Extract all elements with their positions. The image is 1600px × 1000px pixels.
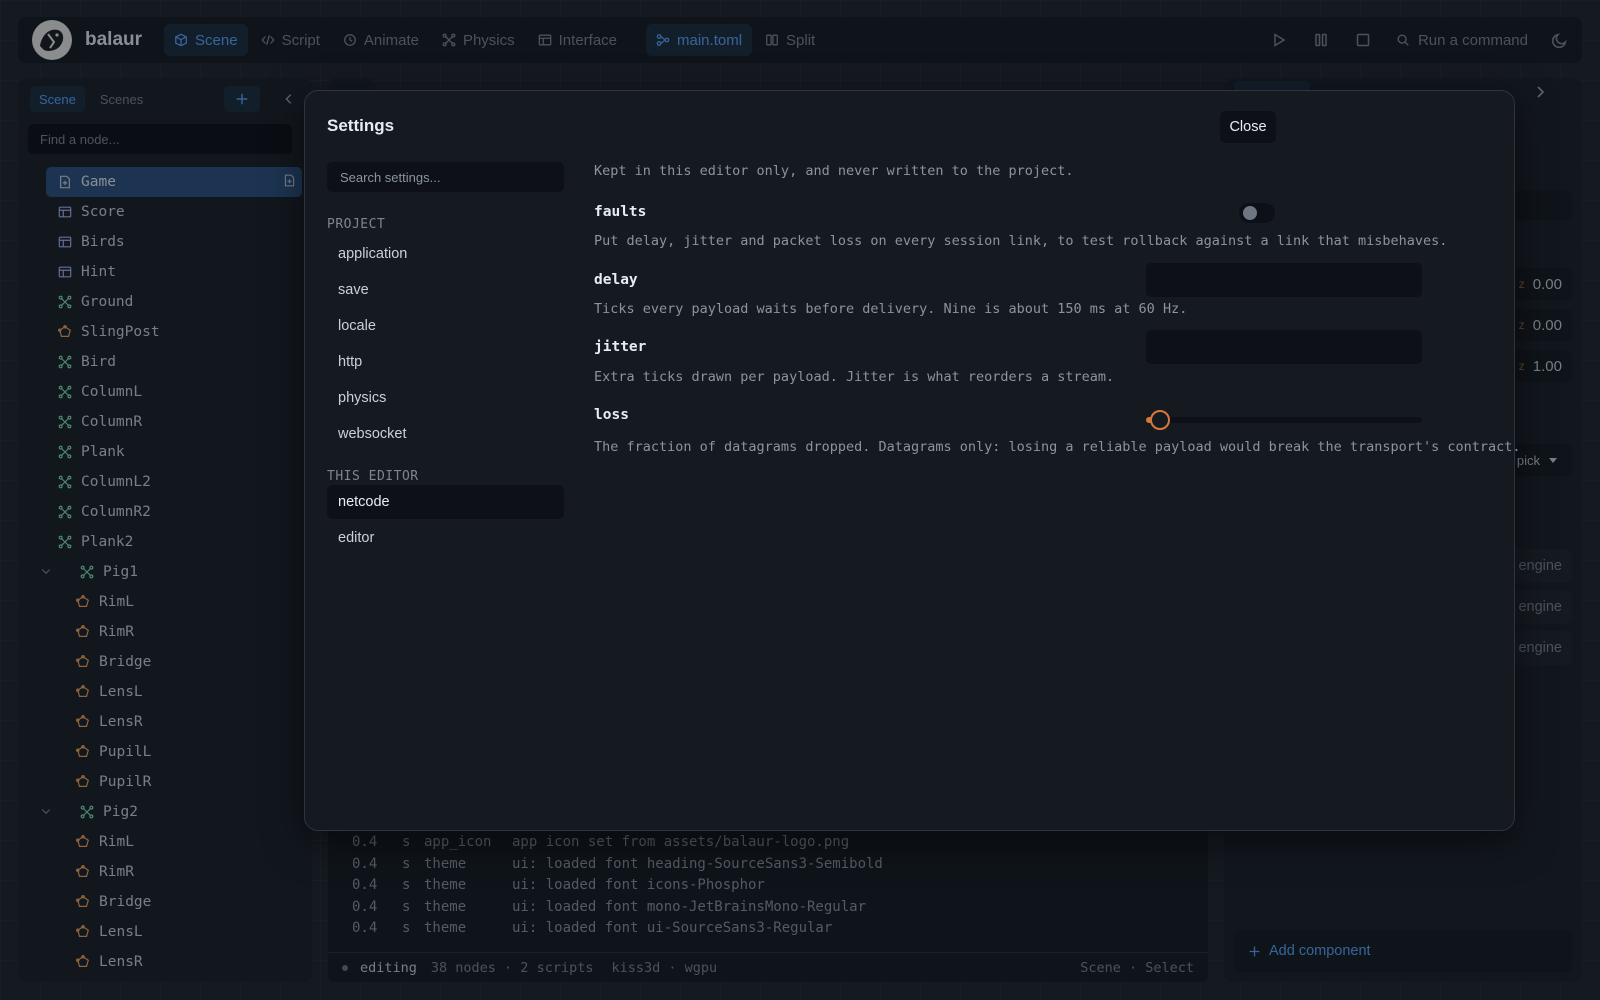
delay-label: delay <box>594 272 638 288</box>
jitter-label: jitter <box>594 339 647 355</box>
jitter-description: Extra ticks drawn per payload. Jitter is… <box>594 369 1115 385</box>
settings-category-application[interactable]: application <box>327 237 564 271</box>
settings-dialog: Settings Close Search settings... PROJEC… <box>304 90 1521 831</box>
editor-section-header: THIS EDITOR <box>327 469 419 484</box>
slider-thumb[interactable] <box>1149 410 1170 430</box>
faults-description: Put delay, jitter and packet loss on eve… <box>594 233 1448 249</box>
loss-label: loss <box>594 407 629 423</box>
settings-category-save[interactable]: save <box>327 273 564 307</box>
slider-track <box>1146 417 1422 423</box>
faults-label: faults <box>594 204 647 220</box>
settings-category-netcode[interactable]: netcode <box>327 485 564 519</box>
faults-toggle[interactable] <box>1239 203 1275 223</box>
settings-category-physics[interactable]: physics <box>327 381 564 415</box>
settings-category-editor[interactable]: editor <box>327 521 564 555</box>
settings-title: Settings <box>327 116 395 135</box>
settings-intro: Kept in this editor only, and never writ… <box>594 163 1074 179</box>
search-settings-input[interactable]: Search settings... <box>327 162 564 192</box>
settings-category-websocket[interactable]: websocket <box>327 417 564 451</box>
close-button[interactable]: Close <box>1220 111 1276 143</box>
loss-slider[interactable] <box>1146 410 1422 430</box>
delay-input[interactable] <box>1146 263 1422 297</box>
settings-category-http[interactable]: http <box>327 345 564 379</box>
toggle-knob <box>1243 206 1257 220</box>
loss-description: The fraction of datagrams dropped. Datag… <box>594 439 1521 455</box>
project-section-header: PROJECT <box>327 217 386 232</box>
settings-category-locale[interactable]: locale <box>327 309 564 343</box>
delay-description: Ticks every payload waits before deliver… <box>594 301 1188 317</box>
jitter-input[interactable] <box>1146 330 1422 364</box>
